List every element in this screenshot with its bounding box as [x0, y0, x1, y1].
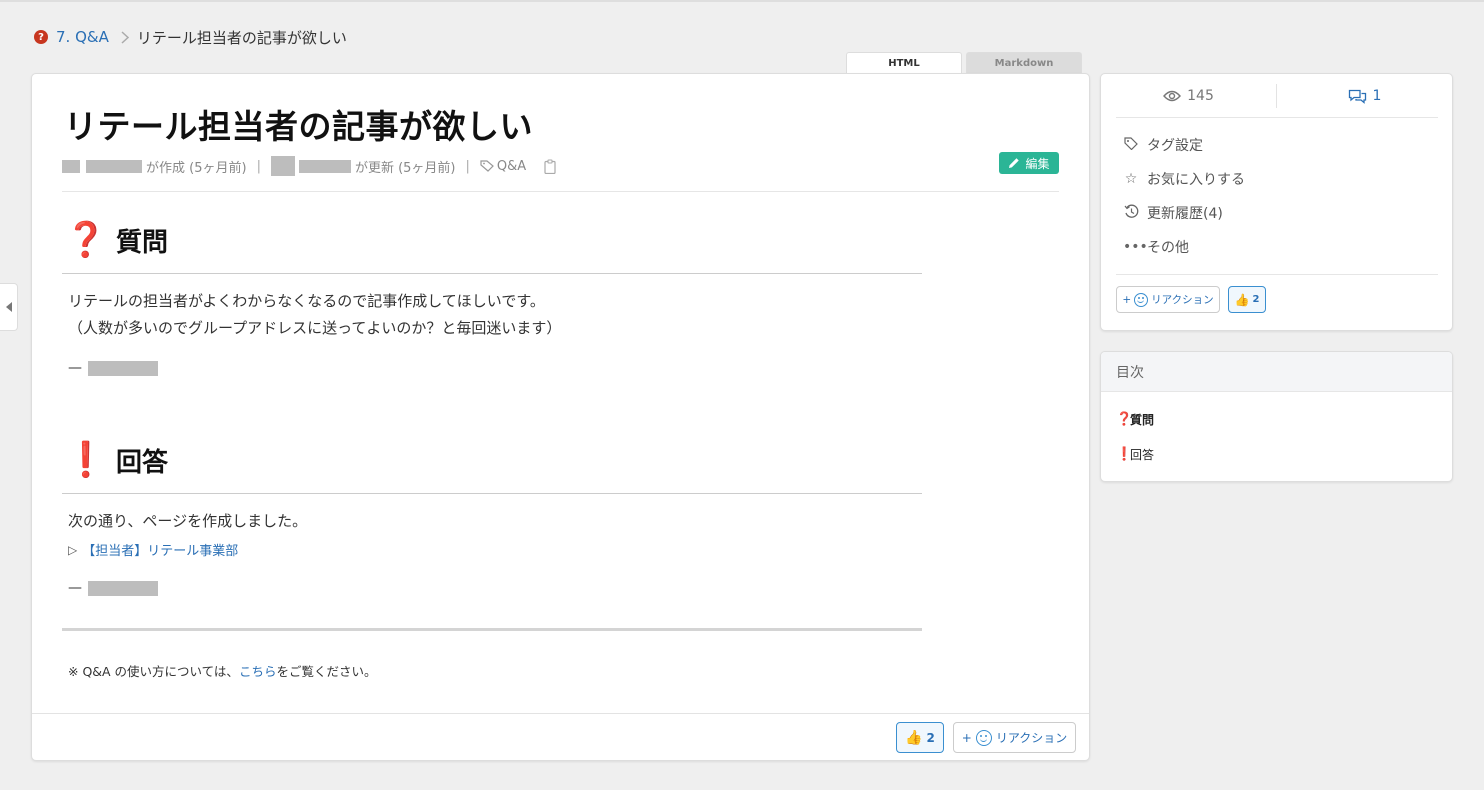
- tab-markdown[interactable]: Markdown: [966, 52, 1082, 74]
- meta-tag-label: Q&A: [496, 158, 527, 174]
- sidebar-toggle-button[interactable]: [0, 283, 18, 331]
- question-body: リテールの担当者がよくわからなくなるので記事作成してほしいです。 （人数が多いの…: [68, 288, 561, 342]
- question-mark-icon: ❓: [1116, 412, 1133, 427]
- usage-note-suffix: をご覧ください。: [276, 664, 377, 679]
- updater-avatar-redacted: [270, 156, 295, 176]
- divider: [62, 628, 922, 631]
- caret-left-icon: [5, 302, 12, 312]
- menu-favorite[interactable]: ☆ お気に入りする: [1123, 169, 1245, 189]
- exclamation-mark-icon: ❗: [64, 440, 108, 480]
- creator-avatar-redacted: [62, 159, 80, 173]
- thumbs-up-icon: 👍: [905, 729, 923, 746]
- plus-icon: +: [1122, 293, 1132, 306]
- more-icon: •••: [1123, 239, 1148, 255]
- history-icon: [1123, 204, 1139, 223]
- divider: [1116, 117, 1438, 118]
- divider: [1116, 274, 1438, 275]
- menu-tag-settings[interactable]: タグ設定: [1123, 135, 1203, 155]
- toc-item-question[interactable]: ❓ 質問: [1116, 411, 1154, 428]
- like-count: 2: [1252, 294, 1260, 305]
- question-heading-text: 質問: [116, 227, 169, 258]
- answer-heading-text: 回答: [116, 447, 169, 478]
- meta-tag[interactable]: Q&A: [480, 159, 526, 174]
- divider: [62, 191, 1059, 192]
- usage-guide-link[interactable]: こちら: [239, 664, 277, 679]
- comment-count[interactable]: 1: [1277, 84, 1452, 108]
- divider: [32, 713, 1089, 714]
- sidebar-like-reaction-button[interactable]: 👍 2: [1228, 286, 1266, 313]
- usage-note-prefix: ※ Q&A の使い方については、: [68, 664, 239, 679]
- signature-dash: —: [68, 360, 82, 376]
- add-reaction-label: リアクション: [995, 731, 1068, 745]
- thumbs-up-icon: 👍: [1234, 292, 1250, 307]
- view-count-value: 145: [1187, 88, 1214, 104]
- add-reaction-label: リアクション: [1151, 294, 1214, 306]
- clipboard-icon[interactable]: [544, 158, 556, 174]
- meta-separator: |: [256, 158, 261, 174]
- tag-icon: [1123, 136, 1139, 154]
- sidebar-add-reaction-button[interactable]: + リアクション: [1116, 286, 1220, 313]
- signature-name-redacted[interactable]: [88, 580, 158, 596]
- triangle-right-icon: ▷: [68, 542, 78, 557]
- article-panel: リテール担当者の記事が欲しい が作成 (5ヶ月前) | が更新 (5ヶ月前) |…: [31, 73, 1090, 761]
- pencil-icon: [1009, 158, 1020, 168]
- creator-name-redacted[interactable]: [86, 159, 142, 173]
- question-line-1: リテールの担当者がよくわからなくなるので記事作成してほしいです。: [68, 292, 545, 310]
- chevron-right-icon: [121, 30, 129, 44]
- answer-link-row: ▷ 【担当者】リテール事業部: [68, 540, 238, 560]
- tab-html[interactable]: HTML: [846, 52, 962, 74]
- usage-note: ※ Q&A の使い方については、こちらをご覧ください。: [68, 661, 376, 680]
- eye-icon: [1163, 90, 1182, 102]
- edit-button[interactable]: 編集: [999, 152, 1059, 174]
- menu-more[interactable]: ••• その他: [1123, 237, 1189, 257]
- question-mark-icon: ❓: [64, 220, 108, 260]
- question-circle-icon: ?: [34, 30, 48, 44]
- star-icon: ☆: [1124, 171, 1138, 187]
- tag-icon: [480, 160, 494, 172]
- question-signature: —: [68, 360, 158, 376]
- toc-title: 目次: [1101, 352, 1452, 392]
- answer-signature: —: [68, 580, 158, 596]
- created-text: が作成 (5ヶ月前): [146, 160, 247, 176]
- answer-heading: ❗ 回答: [62, 440, 922, 494]
- toc-item-answer[interactable]: ❗ 回答: [1116, 446, 1154, 463]
- menu-history[interactable]: 更新履歴(4): [1123, 203, 1223, 223]
- table-of-contents: 目次 ❓ 質問 ❗ 回答: [1100, 351, 1453, 482]
- add-reaction-button[interactable]: + リアクション: [953, 722, 1076, 753]
- breadcrumb-parent-link[interactable]: 7. Q&A: [56, 28, 109, 46]
- view-count: 145: [1101, 84, 1277, 108]
- toc-item-label: 質問: [1130, 413, 1155, 427]
- breadcrumb: ? 7. Q&A リテール担当者の記事が欲しい: [34, 26, 347, 48]
- menu-label: タグ設定: [1147, 138, 1203, 154]
- menu-label: その他: [1147, 240, 1189, 256]
- page-title: リテール担当者の記事が欲しい: [64, 107, 533, 146]
- question-line-2: （人数が多いのでグループアドレスに送ってよいのか？と毎回迷います）: [68, 319, 562, 337]
- article-sidebar: 145 1 タグ設定 ☆ お気に入りする 更新履歴(4) ••• その他 + リ…: [1100, 73, 1453, 331]
- smile-icon: [975, 729, 992, 746]
- toc-item-label: 回答: [1130, 448, 1155, 462]
- updater-name-redacted[interactable]: [298, 159, 351, 173]
- stats-row: 145 1: [1101, 84, 1452, 108]
- like-count: 2: [926, 730, 935, 745]
- signature-dash: —: [68, 580, 82, 596]
- view-tabs: HTML Markdown: [846, 52, 1082, 74]
- article-meta: が作成 (5ヶ月前) | が更新 (5ヶ月前) | Q&A: [62, 156, 556, 176]
- answer-body: 次の通り、ページを作成しました。: [68, 512, 308, 530]
- exclamation-mark-icon: ❗: [1116, 447, 1133, 462]
- retail-team-page-link[interactable]: 【担当者】リテール事業部: [82, 540, 238, 559]
- menu-label: 更新履歴(4): [1147, 206, 1223, 222]
- breadcrumb-current: リテール担当者の記事が欲しい: [136, 28, 347, 47]
- edit-button-label: 編集: [1025, 156, 1050, 171]
- smile-icon: [1134, 292, 1149, 307]
- menu-label: お気に入りする: [1147, 172, 1245, 188]
- signature-name-redacted[interactable]: [88, 360, 158, 376]
- comment-count-value: 1: [1372, 88, 1382, 104]
- like-reaction-button[interactable]: 👍 2: [896, 722, 944, 753]
- updated-text: が更新 (5ヶ月前): [354, 160, 456, 176]
- meta-separator: |: [465, 158, 470, 174]
- question-heading: ❓ 質問: [62, 220, 922, 274]
- comments-icon: [1348, 89, 1366, 104]
- plus-icon: +: [961, 730, 972, 745]
